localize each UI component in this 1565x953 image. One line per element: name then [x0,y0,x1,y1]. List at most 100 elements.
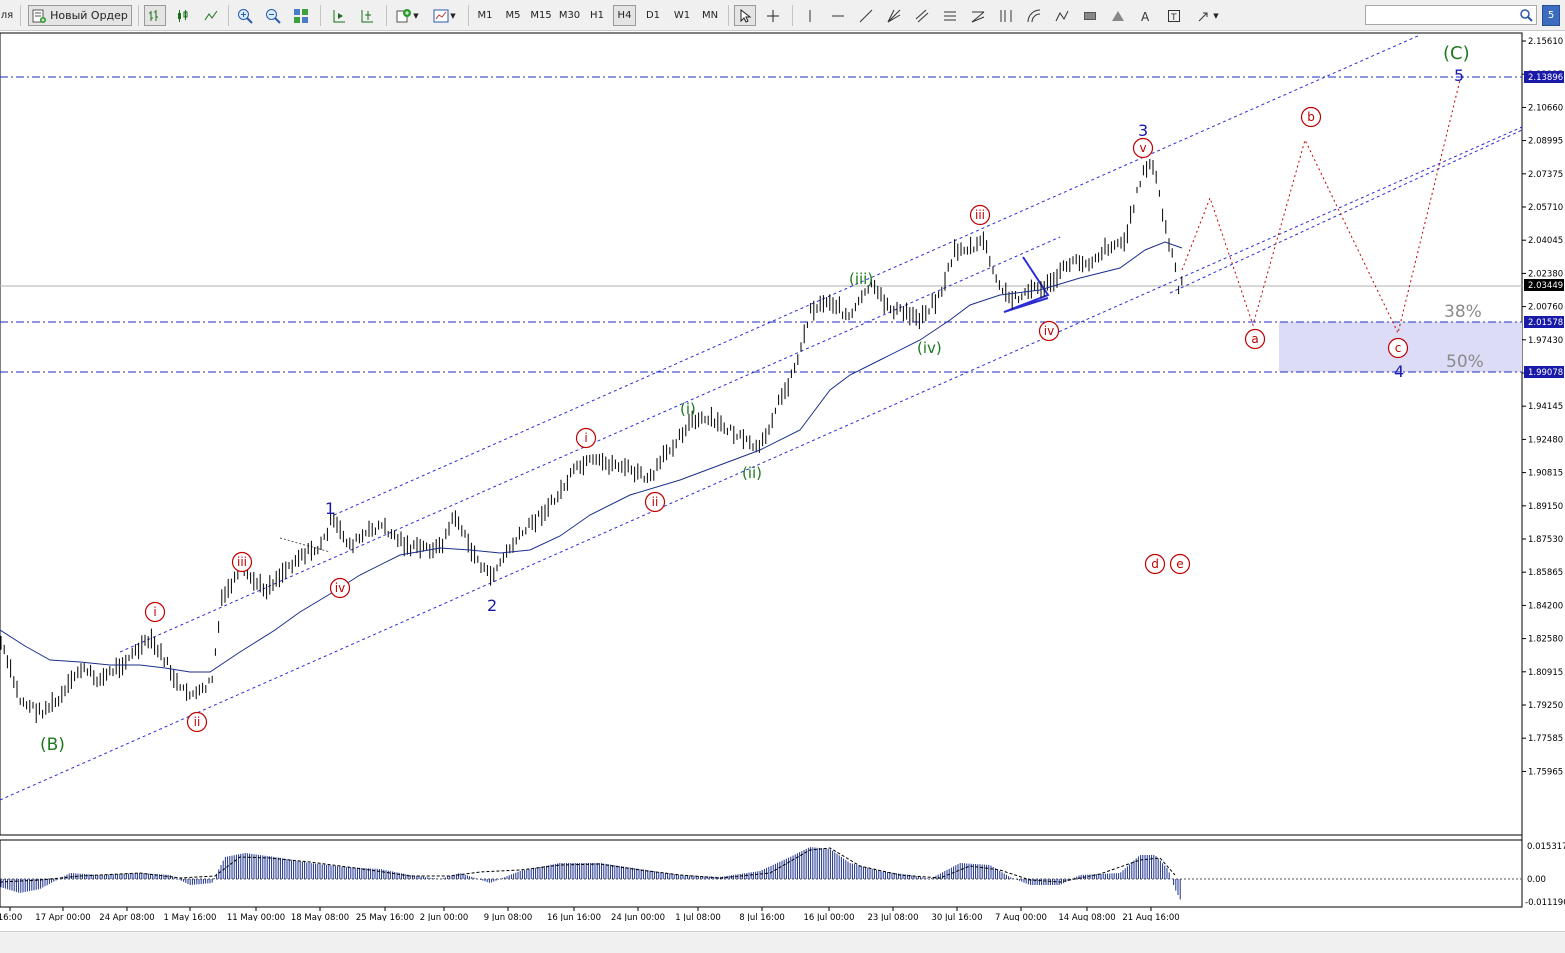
red-wave-label-i: i [575,427,597,449]
fibo-fan-button[interactable] [968,5,988,26]
timeframe-h4-button[interactable]: H4 [613,5,636,26]
zoom-out-button[interactable] [262,5,284,26]
toolbar-separator [468,5,469,26]
zoom-out-icon [264,7,282,25]
label-text: v [1139,141,1146,155]
tile-windows-button[interactable] [290,5,312,26]
window-badge[interactable]: 5 [1542,5,1560,26]
price-tick-label: 2.10660 [1528,103,1563,113]
price-tick-label: 1.89150 [1528,502,1563,512]
timeframe-m5-button[interactable]: M5 [502,5,524,26]
search-input[interactable] [1366,6,1520,24]
time-tick-label: 9 Jun 08:00 [484,913,533,921]
new-order-icon [32,9,47,23]
text-icon: A [1137,7,1155,25]
wave-label-minor-i: (i) [680,400,696,418]
toolbar-separator [138,5,139,26]
trendline-icon [857,7,875,25]
crosshair-icon [764,7,782,25]
toolbar-separator [320,5,321,26]
fib-38-label: 38% [1444,302,1482,322]
price-tick-label: 1.84200 [1528,601,1563,611]
time-tick-label: 30 Jul 16:00 [932,913,983,921]
price-tick-label: 1.82580 [1528,635,1563,645]
crosshair-button[interactable] [762,5,784,26]
triangle-button[interactable] [1108,5,1128,26]
level-badge-bottom-text: 1.99078 [1528,368,1563,378]
price-axis: 2.156102.123252.106602.089952.073752.057… [1522,37,1563,777]
chart-canvas[interactable]: 2.156102.123252.106602.089952.073752.057… [0,31,1565,923]
templates-icon [432,7,450,25]
indicator-axis-top: 0.015317 [1527,842,1565,852]
bar-chart-button[interactable] [144,5,166,26]
level-badge-bottom: 1.99078 [1524,366,1564,378]
indicators-button[interactable]: ▼ [392,5,422,26]
search-box[interactable] [1365,5,1537,25]
label-text: ii [652,495,659,509]
chart-shift-button[interactable] [356,5,378,26]
auto-scroll-icon [330,7,348,25]
fibo-retracement-button[interactable] [940,5,960,26]
wave-label-b-major: (B) [40,735,65,755]
search-icon[interactable] [1519,8,1533,25]
wave-label-c-major: (C) [1443,43,1470,64]
new-order-button[interactable]: Новый Ордер [28,5,132,26]
level-badge-current: 2.03449 [1524,279,1564,291]
time-tick-label: 24 Jun 00:00 [611,913,665,921]
toolbar: ля Новый Ордер ▼ ▼ M1 M5 M15 M30 H1 H4 D… [0,0,1565,31]
timeframe-h1-button[interactable]: H1 [586,5,608,26]
gann-fan-button[interactable] [884,5,904,26]
timeframe-m30-button[interactable]: M30 [557,5,582,26]
cursor-button[interactable] [734,5,756,26]
fibo-time-button[interactable] [996,5,1016,26]
wave-label-minor-ii: (ii) [742,464,762,482]
time-tick-label: 16 Jul 00:00 [804,913,855,921]
fibo-expansion-button[interactable] [1052,5,1072,26]
candlestick-button[interactable] [172,5,194,26]
timeframe-m15-button[interactable]: M15 [529,5,553,26]
auto-scroll-button[interactable] [328,5,350,26]
label-text: c [1395,341,1402,355]
text-button[interactable]: A [1136,5,1156,26]
timeframe-m1-button[interactable]: M1 [474,5,496,26]
label-text: iv [1044,324,1054,338]
arrows-button[interactable]: ▼ [1192,5,1222,26]
chevron-down-icon: ▼ [450,11,456,20]
chevron-down-icon: ▼ [413,11,419,20]
trendline-button[interactable] [856,5,876,26]
fibo-fan-icon [969,7,987,25]
label-text: iv [335,581,345,595]
price-chart[interactable]: 2.156102.123252.106602.089952.073752.057… [0,31,1565,923]
templates-button[interactable]: ▼ [428,5,460,26]
zoom-in-button[interactable] [234,5,256,26]
vertical-line-button[interactable] [800,5,820,26]
timeframe-d1-button[interactable]: D1 [642,5,664,26]
wave-label-minor-iii: (iii) [849,270,873,288]
level-badge-mid-text: 2.01578 [1528,318,1563,328]
price-tick-label: 2.02380 [1528,269,1563,279]
time-tick-label: 25 May 16:00 [356,913,414,921]
horizontal-line-button[interactable] [828,5,848,26]
timeframe-mn-button[interactable]: MN [698,5,722,26]
candlestick-icon [174,7,192,25]
time-tick-label: 8 Jul 16:00 [739,913,785,921]
red-wave-label-iii: iii [969,204,991,226]
fibo-arcs-icon [1025,7,1043,25]
timeframe-w1-button[interactable]: W1 [670,5,694,26]
horizontal-line-icon [829,7,847,25]
line-chart-button[interactable] [200,5,222,26]
wave-label-5: 5 [1454,66,1464,85]
fibo-expansion-icon [1053,7,1071,25]
price-tick-label: 1.92480 [1528,435,1563,445]
fibo-arcs-button[interactable] [1024,5,1044,26]
label-text: i [584,431,587,445]
price-tick-label: 2.15610 [1528,37,1563,47]
text-label-button[interactable]: T [1164,5,1184,26]
rectangle-button[interactable] [1080,5,1100,26]
status-bar [0,931,1565,953]
time-tick-label: 2 Jun 00:00 [420,913,469,921]
channel-button[interactable] [912,5,932,26]
menu-fragment[interactable]: ля [0,5,14,26]
label-text: iii [975,208,985,222]
price-tick-label: 1.90815 [1528,469,1563,479]
